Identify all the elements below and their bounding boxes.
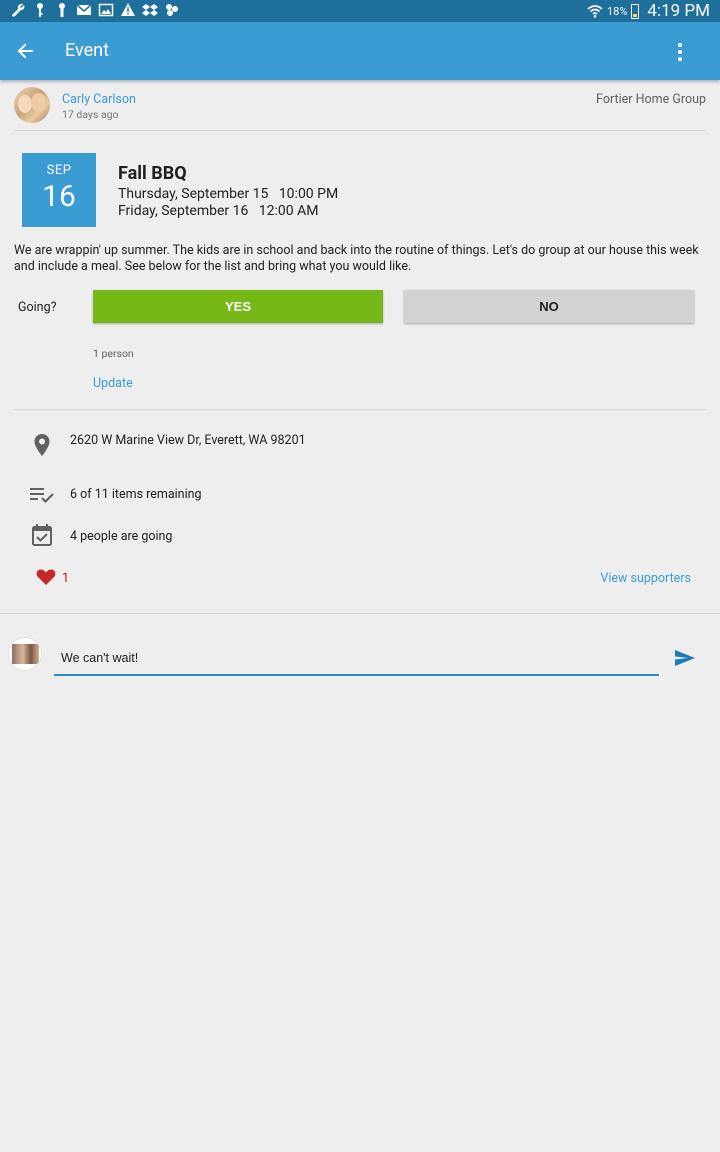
overflow-menu-button[interactable]: [670, 42, 690, 62]
event-start-time: Thursday, September 15 10:00 PM: [118, 186, 339, 202]
wifi-icon: [587, 5, 603, 18]
send-button[interactable]: [673, 647, 697, 669]
battery-percent: 18%: [607, 4, 628, 18]
post-time: 17 days ago: [62, 108, 119, 121]
post-author-row: Carly Carlson 17 days ago Fortier Home G…: [14, 87, 706, 131]
avatar-photo: [12, 644, 39, 664]
puzzle-icon: [166, 4, 178, 16]
event-address[interactable]: 2620 W Marine View Dr, Everett, WA 98201: [70, 433, 306, 448]
people-going[interactable]: 4 people are going: [70, 529, 172, 544]
more-vert-icon-dot: [678, 50, 682, 54]
comment-input[interactable]: [54, 641, 659, 676]
update-link[interactable]: Update: [93, 376, 133, 391]
like-count: 1: [62, 571, 70, 586]
status-bar: 18% 4:19 PM: [0, 0, 720, 22]
view-supporters-link[interactable]: View supporters: [600, 571, 691, 586]
items-remaining[interactable]: 6 of 11 items remaining: [70, 487, 202, 502]
event-day: 16: [42, 179, 76, 214]
location-pin-icon: [29, 432, 55, 458]
avatar-face: [18, 95, 32, 113]
divider: [14, 409, 706, 410]
event-date-tile: SEP 16: [22, 153, 96, 227]
event-month: SEP: [46, 163, 72, 178]
heart-icon[interactable]: [34, 565, 58, 589]
event-description: We are wrappin' up summer. The kids are …: [14, 243, 699, 274]
more-vert-icon: [678, 43, 682, 47]
gmail-icon: [76, 4, 92, 15]
going-label: Going?: [18, 300, 57, 315]
group-name: Fortier Home Group: [596, 92, 706, 107]
wrench-icon: [12, 3, 25, 17]
calendar-check-icon: [29, 522, 55, 548]
event-end-time: Friday, September 16 12:00 AM: [118, 203, 319, 219]
send-icon: [675, 650, 695, 666]
rsvp-yes-button[interactable]: YES: [93, 290, 383, 323]
warning-icon: [121, 3, 135, 16]
key-icon: [37, 3, 43, 17]
avatar-face: [31, 93, 46, 112]
rsvp-no-button[interactable]: NO: [404, 290, 694, 323]
image-icon: [98, 3, 114, 17]
clock: 4:19 PM: [647, 1, 710, 21]
checklist-icon: [29, 482, 55, 508]
author-avatar[interactable]: [14, 87, 50, 123]
author-name-link[interactable]: Carly Carlson: [62, 92, 136, 107]
arrow-back-icon: [17, 43, 33, 59]
key-icon: [59, 3, 65, 17]
app-bar: Event: [0, 22, 720, 80]
dropbox-icon: [142, 4, 158, 16]
divider: [0, 613, 720, 614]
battery-icon: [631, 3, 640, 19]
page-title: Event: [65, 40, 109, 61]
back-button[interactable]: [12, 38, 38, 64]
event-title: Fall BBQ: [118, 163, 187, 184]
rsvp-count: 1 person: [93, 347, 134, 360]
system-status: 18% 4:19 PM: [587, 0, 710, 22]
notification-icons: [10, 2, 180, 18]
more-vert-icon-dot: [678, 57, 682, 61]
user-avatar: [8, 637, 42, 671]
